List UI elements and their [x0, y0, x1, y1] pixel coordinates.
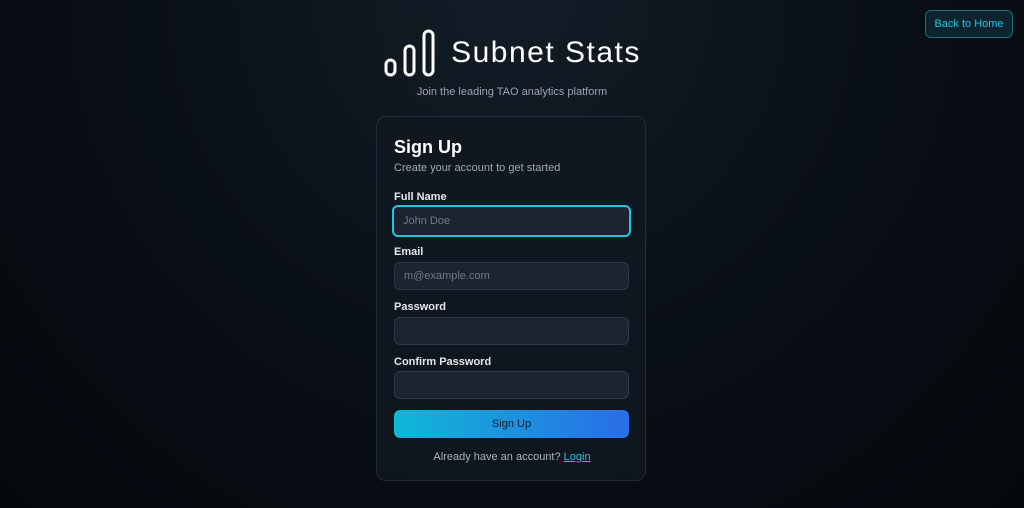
email-label: Email: [394, 246, 424, 258]
brand-name: Subnet Stats: [451, 36, 641, 69]
full-name-input[interactable]: [392, 205, 631, 237]
confirm-password-label: Confirm Password: [394, 356, 492, 368]
login-prompt-text: Already have an account?: [433, 451, 561, 463]
password-input[interactable]: [394, 317, 629, 345]
email-input[interactable]: [394, 262, 629, 290]
full-name-label: Full Name: [394, 191, 447, 203]
bar-chart-icon: [384, 29, 435, 77]
confirm-password-input[interactable]: [394, 371, 629, 399]
form-title: Sign Up: [394, 137, 462, 157]
login-link[interactable]: Login: [564, 451, 591, 463]
sign-up-button[interactable]: Sign Up: [394, 410, 629, 438]
brand-header: Subnet Stats: [0, 28, 1024, 78]
password-label: Password: [394, 301, 446, 313]
form-subtitle: Create your account to get started: [394, 162, 561, 174]
signup-card: Sign Up Create your account to get start…: [376, 116, 646, 481]
login-prompt: Already have an account? Login: [377, 451, 647, 463]
tagline: Join the leading TAO analytics platform: [416, 86, 608, 98]
